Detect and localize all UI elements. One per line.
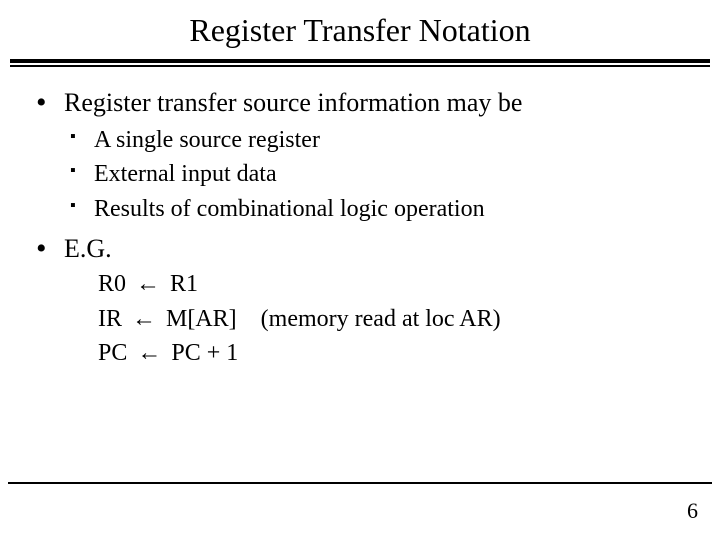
left-arrow-icon: ← [128, 303, 160, 335]
left-arrow-icon: ← [132, 268, 164, 300]
eg-rhs: PC + 1 [171, 340, 238, 366]
slide-title: Register Transfer Notation [0, 0, 720, 57]
bullet-text: Register transfer source information may… [64, 88, 522, 117]
page-number: 6 [687, 498, 698, 524]
sub-bullet-text: Results of combinational logic operation [94, 196, 485, 222]
eg-rhs: R1 [170, 271, 198, 297]
eg-lhs: R0 [98, 271, 126, 297]
bullet-text: E.G. [64, 234, 112, 263]
sub-bullet-list: A single source register External input … [64, 124, 690, 225]
title-divider-thick [10, 59, 710, 63]
sub-bullet-item: Results of combinational logic operation [64, 193, 690, 225]
sub-bullet-item: A single source register [64, 124, 690, 156]
sub-bullet-item: External input data [64, 158, 690, 190]
eg-rhs: M[AR] [166, 306, 237, 332]
left-arrow-icon: ← [133, 337, 165, 369]
slide-content: Register transfer source information may… [0, 67, 720, 370]
example-line: PC ← PC + 1 [98, 337, 690, 369]
sub-bullet-text: External input data [94, 161, 277, 187]
eg-lhs: PC [98, 340, 127, 366]
footer-divider [8, 482, 712, 484]
slide: Register Transfer Notation Register tran… [0, 0, 720, 540]
bullet-item: Register transfer source information may… [30, 85, 690, 225]
example-block: R0 ← R1 IR ← M[AR] (memory read at loc A… [98, 268, 690, 369]
bullet-item: E.G. R0 ← R1 IR ← M[AR] (memory read at … [30, 231, 690, 369]
bullet-list: Register transfer source information may… [30, 85, 690, 370]
eg-note: (memory read at loc AR) [261, 306, 501, 332]
example-line: IR ← M[AR] (memory read at loc AR) [98, 303, 690, 335]
example-line: R0 ← R1 [98, 268, 690, 300]
eg-lhs: IR [98, 306, 122, 332]
sub-bullet-text: A single source register [94, 127, 320, 153]
